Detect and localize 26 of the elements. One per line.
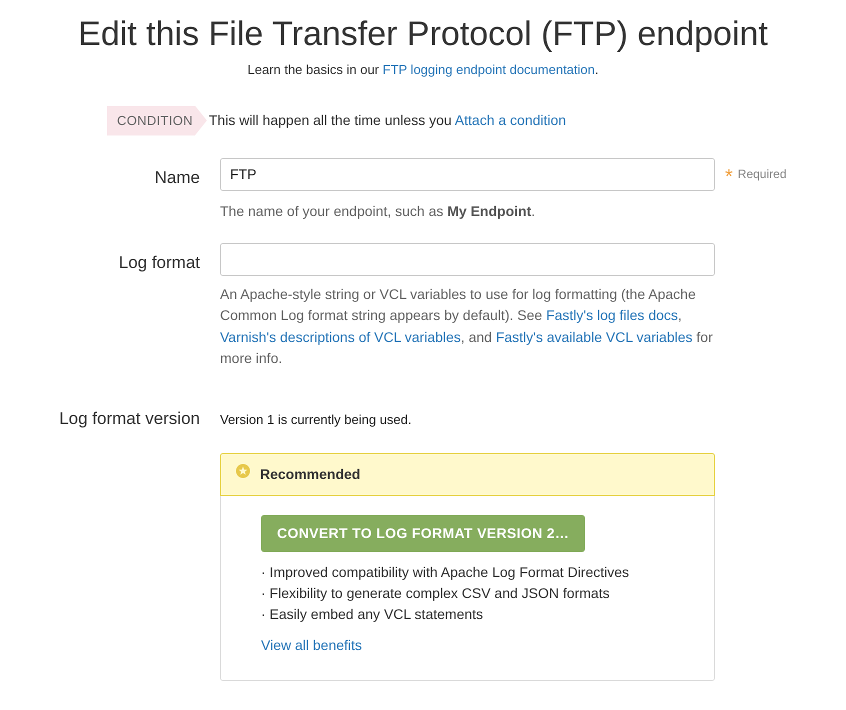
field-help: The name of your endpoint, such as My Endpoint. <box>220 202 536 221</box>
field-label: Log format version <box>59 408 200 428</box>
benefit-item: · Flexibility to generate complex CSV and JSON formats <box>261 584 611 603</box>
doc-link[interactable]: FTP logging endpoint documentation <box>382 62 595 77</box>
doc-link[interactable]: Attach a condition <box>454 112 566 128</box>
page-subtitle: Learn the basics in our FTP logging endpoint documentation. <box>246 61 600 79</box>
name-input[interactable]: FTP <box>220 158 715 190</box>
page-title: Edit this File Transfer Protocol (FTP) endpoint <box>77 14 769 55</box>
doc-link[interactable]: Varnish's descriptions of VCL variables <box>220 328 461 344</box>
benefit-item: · Easily embed any VCL statements <box>261 605 484 624</box>
field-help: An Apache-style string or VCL variables to use for log formatting (the Apache Common Log format string appears by default). See Fastly's log files docs, Varnish's descriptions of VCL variables, and Fastly's available VCL variables for more info. <box>220 284 714 368</box>
star-icon <box>236 464 250 478</box>
doc-link[interactable]: Fastly's log files docs <box>546 307 678 323</box>
condition-text: This will happen all the time unless you Attach a condition <box>208 111 566 130</box>
convert-button[interactable]: CONVERT TO LOG FORMAT VERSION 2… <box>261 515 586 552</box>
doc-link[interactable]: Fastly's available VCL variables <box>496 328 693 344</box>
version-text: Version 1 is currently being used. <box>220 410 412 429</box>
field-label: Name <box>154 168 200 186</box>
benefit-item: · Improved compatibility with Apache Log Format Directives <box>261 563 630 582</box>
condition-tag: CONDITION <box>107 106 207 136</box>
log-format-input[interactable] <box>220 242 715 276</box>
benefits-link[interactable]: View all benefits <box>261 635 362 656</box>
required-label: Required <box>738 166 786 183</box>
panel-title: Recommended <box>260 465 360 484</box>
required-icon: * <box>725 161 733 187</box>
field-label: Log format <box>118 252 200 272</box>
